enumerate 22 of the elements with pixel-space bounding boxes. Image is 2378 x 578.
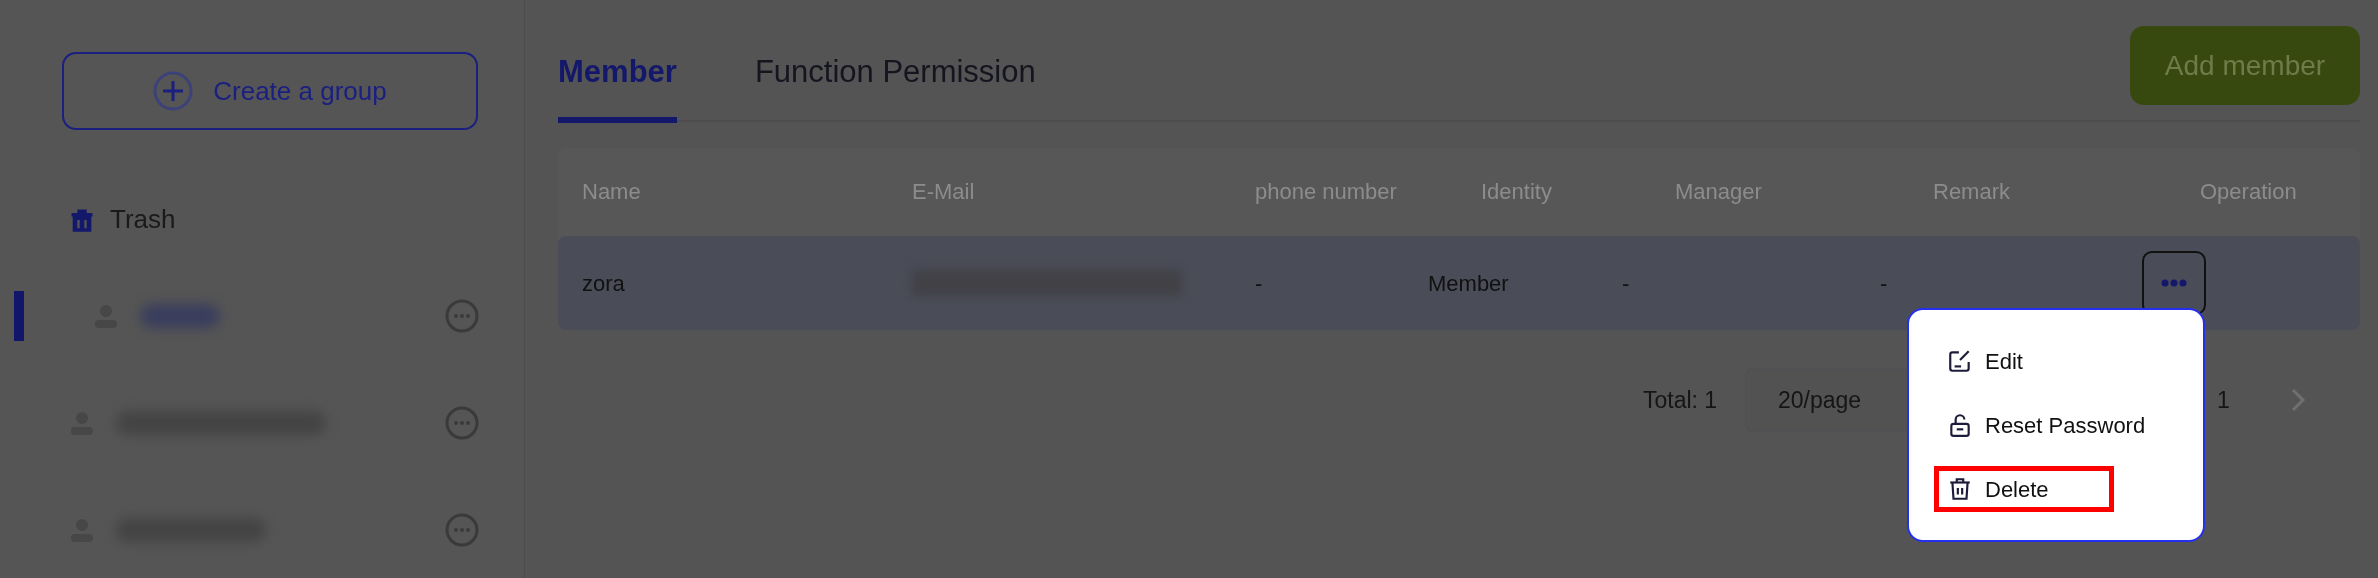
table-cell-text: - [1880,269,1889,298]
unlock-icon [1947,412,1973,438]
table-cell-text: - [1255,269,1264,298]
table-cell-text: zora [582,269,626,298]
more-icon [2161,279,2187,287]
create-group-button[interactable]: Create a group [62,52,478,130]
chevron-right-icon[interactable] [2289,387,2306,413]
tab[interactable]: Function Permission [754,48,1036,123]
more-icon[interactable] [445,513,479,547]
page-number[interactable]: 1 [2217,382,2230,418]
plus-circle-icon [153,71,194,111]
trash-icon [1947,476,1973,502]
edit-icon [1947,348,1973,374]
add-member-button[interactable]: Add member [2130,26,2360,105]
menu-item[interactable]: Delete [1934,466,2114,512]
total-count: Total: 1 [1643,385,1719,415]
table-cell-text: - [1622,269,1631,298]
more-icon[interactable] [445,406,479,440]
table-cell-text: Member [1428,269,1510,298]
more-icon[interactable] [445,299,479,333]
tab[interactable]: Member [558,48,677,123]
trash-item[interactable]: Trash [68,200,524,239]
